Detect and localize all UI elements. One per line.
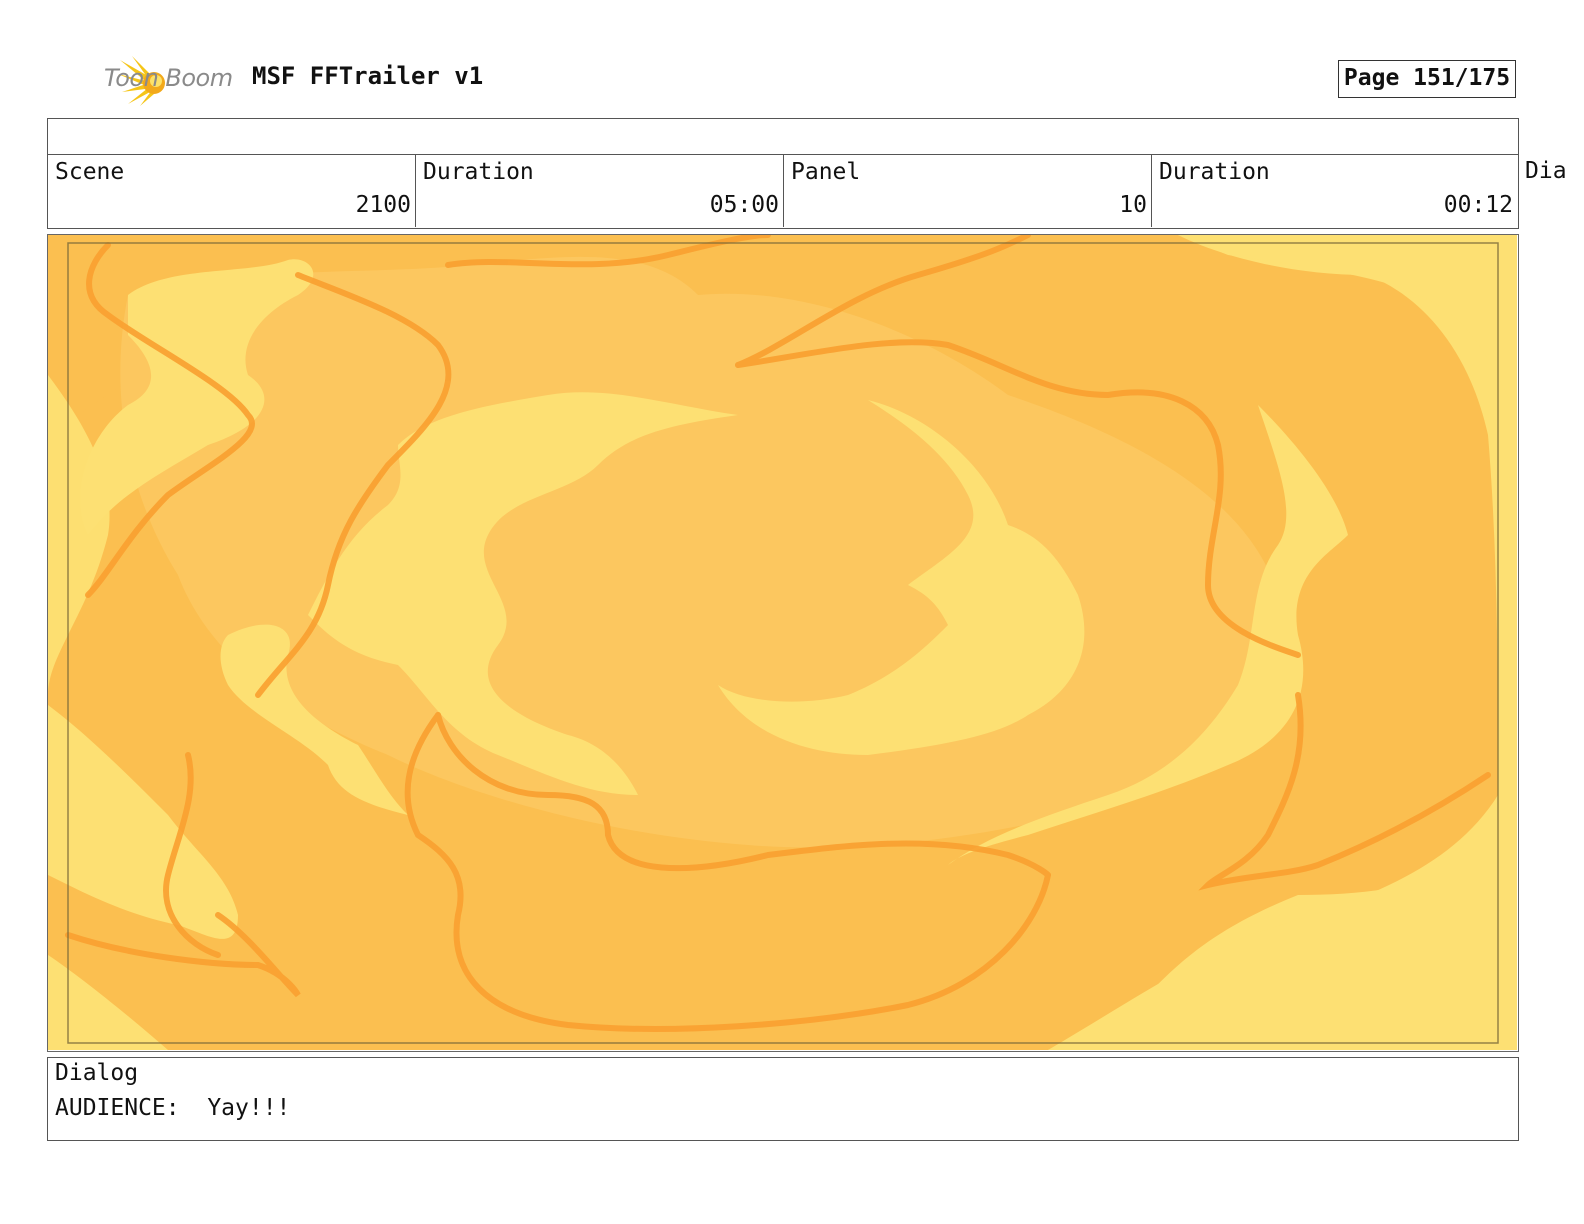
header-empty-row <box>47 118 1519 155</box>
project-title: MSF FFTrailer v1 <box>252 62 484 90</box>
scene-cell: Scene 2100 <box>48 155 416 227</box>
page-indicator: Page 151/175 <box>1338 60 1516 98</box>
dialog-text: AUDIENCE: Yay!!! <box>55 1095 291 1121</box>
panel-info-row: Scene 2100 Duration 05:00 Panel 10 Durat… <box>47 154 1519 229</box>
logo-text: Toon Boom <box>104 64 233 92</box>
dialog-box: Dialog AUDIENCE: Yay!!! <box>47 1057 1519 1141</box>
scene-duration-label: Duration <box>423 159 534 185</box>
panel-duration-value: 00:12 <box>1443 192 1513 218</box>
dialog-label: Dialog <box>55 1060 139 1086</box>
scene-duration-cell: Duration 05:00 <box>416 155 784 227</box>
explosion-artwork <box>48 235 1517 1050</box>
panel-value: 10 <box>1119 192 1147 218</box>
panel-label: Panel <box>791 159 861 185</box>
scene-duration-value: 05:00 <box>709 192 779 218</box>
panel-duration-label: Duration <box>1159 159 1270 185</box>
scene-label: Scene <box>55 159 125 185</box>
scene-value: 2100 <box>355 192 411 218</box>
panel-cell: Panel 10 <box>784 155 1152 227</box>
panel-duration-cell: Duration 00:12 <box>1152 155 1517 227</box>
dialog-overflow-label: Dia <box>1525 158 1567 184</box>
storyboard-panel-image <box>47 234 1519 1052</box>
